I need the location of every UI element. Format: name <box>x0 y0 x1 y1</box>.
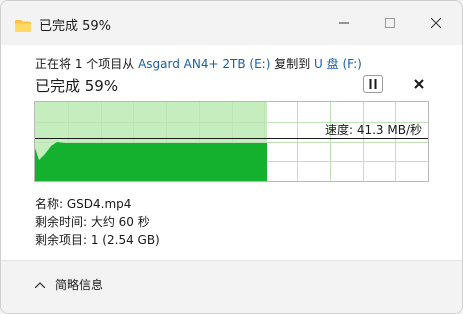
speed-graph-canvas <box>35 102 428 181</box>
chevron-up-icon <box>35 281 45 288</box>
source-link[interactable]: Asgard AN4+ 2TB (E:) <box>138 57 270 71</box>
time-remaining: 剩余时间: 大约 60 秒 <box>35 215 150 229</box>
window-title: 已完成 59% <box>39 19 112 34</box>
maximize-button[interactable] <box>367 1 413 45</box>
progress-title: 已完成 59% <box>35 77 119 95</box>
close-button[interactable] <box>413 1 459 45</box>
transfer-speed-graph: 速度: 41.3 MB/秒 <box>34 101 429 182</box>
maximize-icon <box>385 18 395 28</box>
footer-bar: 简略信息 <box>1 260 462 313</box>
copy-status-line: 正在将 1 个项目从 Asgard AN4+ 2TB (E:) 复制到 U 盘 … <box>35 55 362 72</box>
speed-label: 速度: 41.3 MB/秒 <box>324 123 422 137</box>
destination-link[interactable]: U 盘 (F:) <box>314 57 362 71</box>
close-icon <box>431 18 441 28</box>
items-remaining: 剩余项目: 1 (2.54 GB) <box>35 233 160 247</box>
minimize-icon <box>339 22 349 24</box>
less-details-label: 简略信息 <box>55 278 104 292</box>
less-details-toggle[interactable]: 简略信息 <box>35 276 103 293</box>
copy-progress-dialog: 已完成 59% 正在将 1 个项目从 Asgard AN4+ 2TB (E:) … <box>0 0 463 314</box>
status-middle: 复制到 <box>274 57 311 71</box>
minimize-button[interactable] <box>321 1 367 45</box>
close-icon <box>414 79 424 89</box>
cancel-button[interactable] <box>409 75 429 93</box>
file-name: 名称: GSD4.mp4 <box>35 197 132 211</box>
speed-history-area <box>35 142 267 181</box>
folder-icon <box>15 17 31 32</box>
title-bar[interactable]: 已完成 59% <box>1 1 462 45</box>
status-prefix: 正在将 1 个项目从 <box>35 57 135 71</box>
transfer-details: 名称: GSD4.mp4 剩余时间: 大约 60 秒 剩余项目: 1 (2.54… <box>35 195 160 249</box>
pause-icon <box>369 79 377 89</box>
pause-button[interactable] <box>363 75 383 93</box>
